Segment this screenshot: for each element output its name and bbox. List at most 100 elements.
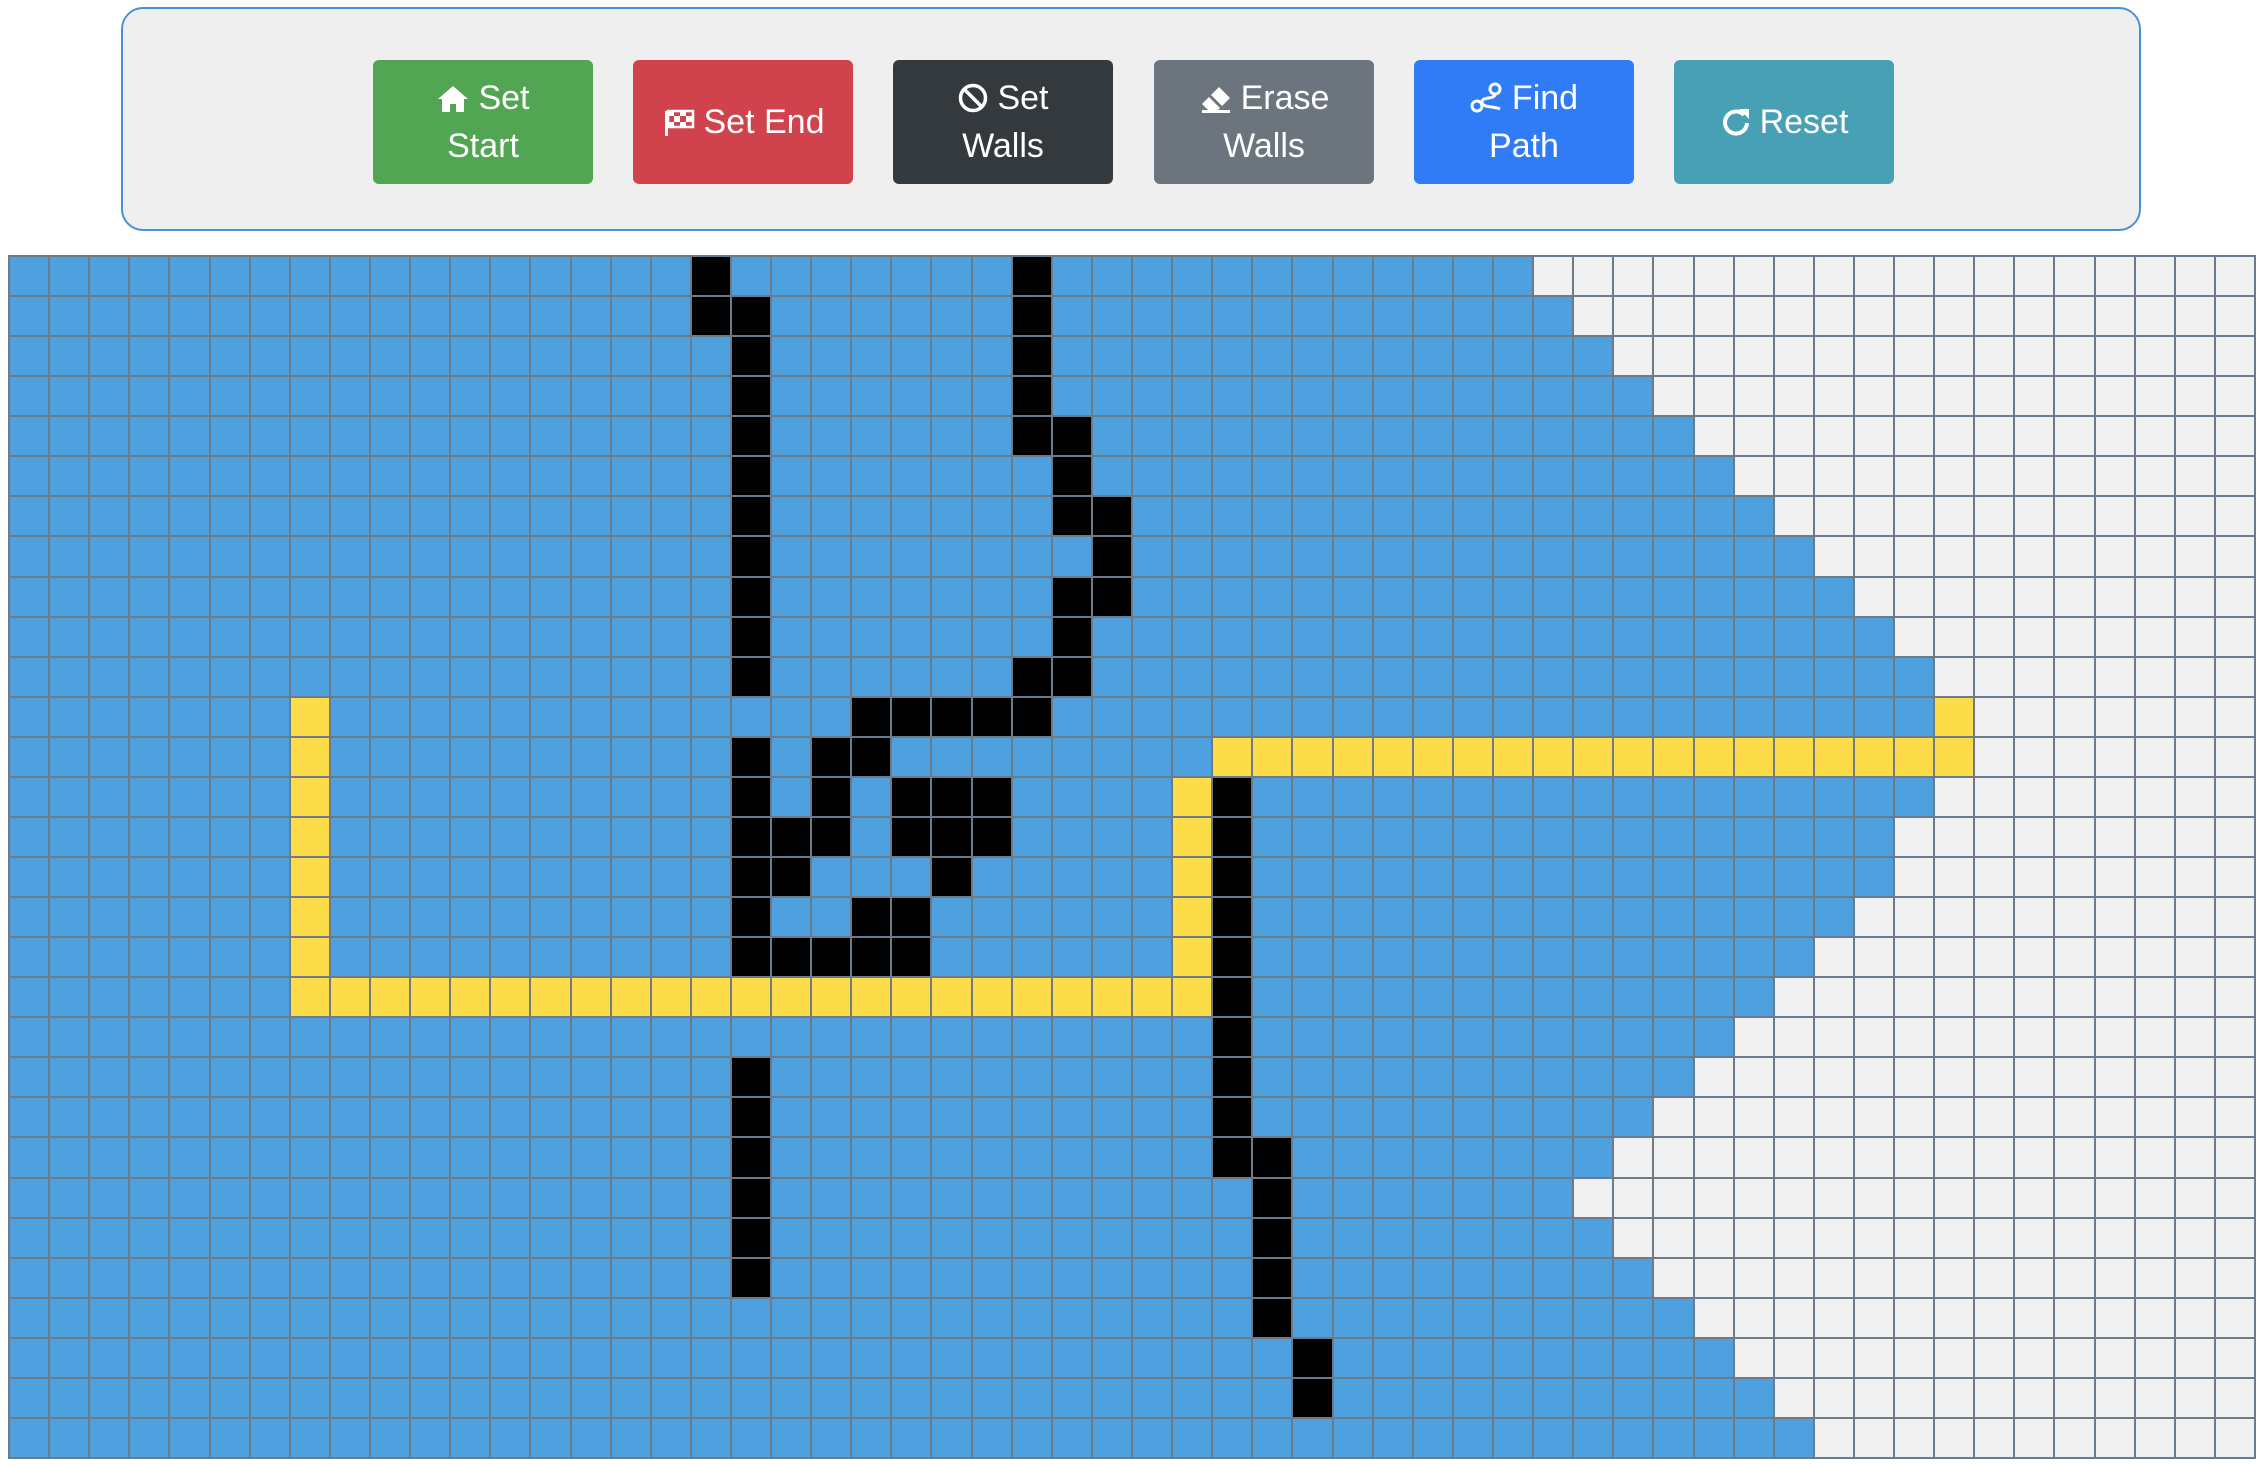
grid-cell-visited[interactable]	[1293, 1218, 1332, 1257]
grid-cell-path[interactable]	[290, 777, 329, 816]
grid-cell-visited[interactable]	[571, 1258, 610, 1297]
grid-cell-visited[interactable]	[1293, 817, 1332, 856]
grid-cell-visited[interactable]	[50, 337, 89, 376]
grid-cell-empty[interactable]	[1895, 417, 1934, 456]
grid-cell-visited[interactable]	[1413, 417, 1452, 456]
grid-cell-visited[interactable]	[210, 1418, 249, 1457]
grid-cell-visited[interactable]	[1574, 1378, 1613, 1417]
grid-cell-visited[interactable]	[1453, 1298, 1492, 1337]
grid-cell-empty[interactable]	[1614, 337, 1653, 376]
grid-cell-visited[interactable]	[10, 1098, 49, 1137]
grid-cell-wall[interactable]	[1052, 617, 1091, 656]
grid-cell-empty[interactable]	[2215, 1338, 2254, 1377]
grid-cell-visited[interactable]	[1534, 978, 1573, 1017]
grid-cell-visited[interactable]	[1734, 898, 1773, 937]
grid-cell-empty[interactable]	[2055, 657, 2094, 696]
grid-cell-visited[interactable]	[932, 377, 971, 416]
grid-cell-visited[interactable]	[1333, 1138, 1372, 1177]
grid-cell-visited[interactable]	[90, 537, 129, 576]
grid-cell-visited[interactable]	[130, 1418, 169, 1457]
grid-cell-visited[interactable]	[1253, 978, 1292, 1017]
grid-cell-visited[interactable]	[210, 417, 249, 456]
grid-cell-visited[interactable]	[1253, 1378, 1292, 1417]
grid-cell-visited[interactable]	[1413, 978, 1452, 1017]
grid-cell-visited[interactable]	[1534, 777, 1573, 816]
grid-cell-visited[interactable]	[1373, 377, 1412, 416]
grid-cell-visited[interactable]	[852, 577, 891, 616]
grid-cell-visited[interactable]	[130, 337, 169, 376]
grid-cell-empty[interactable]	[1975, 938, 2014, 977]
grid-cell-visited[interactable]	[10, 297, 49, 336]
grid-cell-empty[interactable]	[2135, 377, 2174, 416]
grid-cell-visited[interactable]	[1213, 1218, 1252, 1257]
grid-cell-visited[interactable]	[1453, 657, 1492, 696]
grid-cell-visited[interactable]	[812, 577, 851, 616]
grid-cell-visited[interactable]	[1253, 938, 1292, 977]
grid-cell-visited[interactable]	[290, 497, 329, 536]
grid-cell-visited[interactable]	[90, 777, 129, 816]
grid-cell-visited[interactable]	[611, 1298, 650, 1337]
grid-cell-visited[interactable]	[651, 417, 690, 456]
grid-cell-visited[interactable]	[1453, 457, 1492, 496]
grid-cell-visited[interactable]	[1052, 1058, 1091, 1097]
grid-cell-visited[interactable]	[170, 938, 209, 977]
grid-cell-visited[interactable]	[772, 617, 811, 656]
grid-cell-visited[interactable]	[1092, 898, 1131, 937]
grid-cell-visited[interactable]	[932, 337, 971, 376]
grid-cell-visited[interactable]	[1052, 737, 1091, 776]
grid-cell-wall[interactable]	[1213, 817, 1252, 856]
grid-cell-visited[interactable]	[491, 337, 530, 376]
grid-cell-visited[interactable]	[250, 1178, 289, 1217]
grid-cell-empty[interactable]	[1975, 617, 2014, 656]
grid-cell-visited[interactable]	[130, 257, 169, 296]
grid-cell-visited[interactable]	[651, 537, 690, 576]
grid-cell-visited[interactable]	[812, 1218, 851, 1257]
grid-cell-visited[interactable]	[1052, 297, 1091, 336]
grid-cell-empty[interactable]	[2055, 417, 2094, 456]
grid-cell-empty[interactable]	[1534, 257, 1573, 296]
grid-cell-empty[interactable]	[2095, 938, 2134, 977]
grid-cell-visited[interactable]	[651, 657, 690, 696]
grid-cell-visited[interactable]	[1493, 1378, 1533, 1417]
grid-cell-visited[interactable]	[411, 817, 450, 856]
grid-cell-visited[interactable]	[1814, 657, 1853, 696]
grid-cell-visited[interactable]	[1092, 417, 1131, 456]
grid-cell-visited[interactable]	[1012, 1418, 1051, 1457]
grid-cell-visited[interactable]	[812, 697, 851, 736]
grid-cell-visited[interactable]	[451, 537, 490, 576]
grid-cell-wall[interactable]	[972, 777, 1011, 816]
grid-cell-wall[interactable]	[731, 777, 771, 816]
grid-cell-empty[interactable]	[2015, 1418, 2054, 1457]
grid-cell-visited[interactable]	[1453, 257, 1492, 296]
grid-cell-visited[interactable]	[1734, 657, 1773, 696]
grid-cell-visited[interactable]	[1092, 1418, 1131, 1457]
grid-cell-visited[interactable]	[451, 817, 490, 856]
grid-cell-empty[interactable]	[2095, 377, 2134, 416]
grid-cell-visited[interactable]	[50, 577, 89, 616]
grid-cell-visited[interactable]	[1534, 297, 1573, 336]
grid-cell-visited[interactable]	[1694, 817, 1733, 856]
grid-cell-empty[interactable]	[2015, 898, 2054, 937]
grid-cell-visited[interactable]	[571, 257, 610, 296]
grid-cell-visited[interactable]	[1333, 1298, 1372, 1337]
grid-cell-empty[interactable]	[2215, 1298, 2254, 1337]
grid-cell-visited[interactable]	[972, 1378, 1011, 1417]
grid-cell-visited[interactable]	[1092, 697, 1131, 736]
grid-cell-empty[interactable]	[2015, 617, 2054, 656]
grid-cell-visited[interactable]	[651, 857, 690, 897]
grid-cell-empty[interactable]	[1734, 1218, 1773, 1257]
grid-cell-wall[interactable]	[731, 457, 771, 496]
grid-cell-empty[interactable]	[1854, 1418, 1894, 1457]
grid-cell-visited[interactable]	[571, 1338, 610, 1377]
grid-cell-visited[interactable]	[892, 1018, 931, 1057]
grid-cell-visited[interactable]	[972, 337, 1011, 376]
grid-cell-empty[interactable]	[1694, 257, 1733, 296]
grid-cell-visited[interactable]	[411, 1058, 450, 1097]
grid-cell-wall[interactable]	[1012, 657, 1051, 696]
grid-cell-visited[interactable]	[1614, 577, 1653, 616]
grid-cell-visited[interactable]	[1854, 817, 1894, 856]
grid-cell-visited[interactable]	[812, 657, 851, 696]
grid-cell-visited[interactable]	[1052, 857, 1091, 897]
grid-cell-visited[interactable]	[330, 1418, 369, 1457]
grid-cell-empty[interactable]	[2015, 537, 2054, 576]
